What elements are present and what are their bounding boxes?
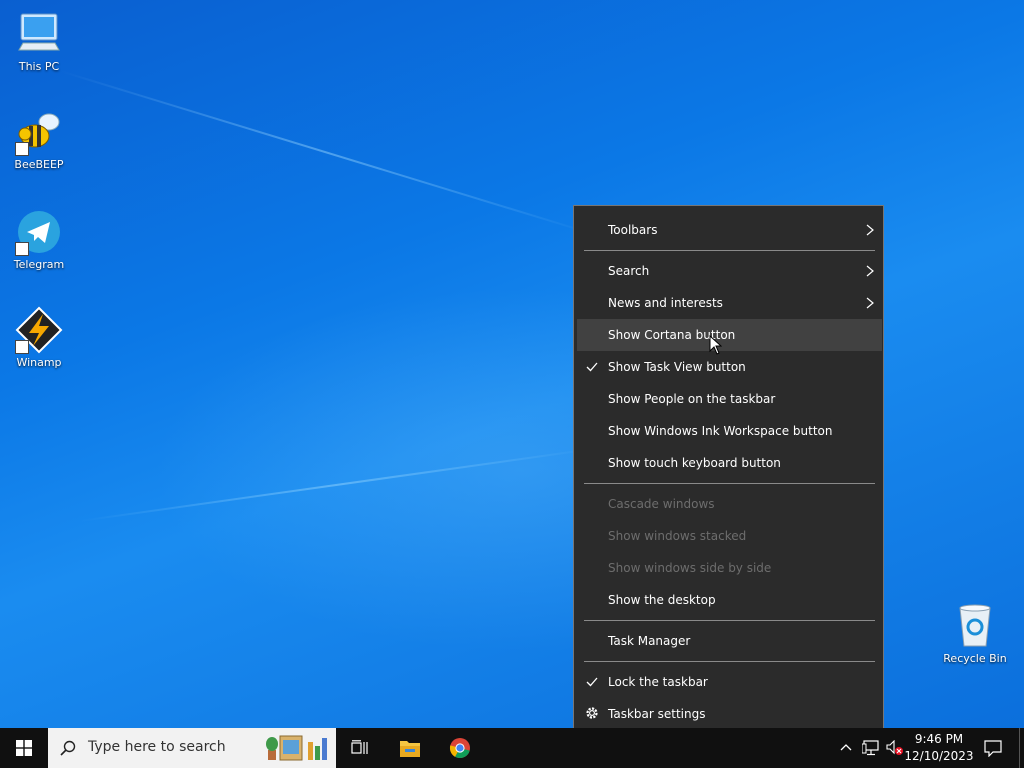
- search-highlight-illustration-icon: [266, 735, 327, 761]
- checkmark-icon: [586, 677, 598, 687]
- desktop-icon-recycle-bin[interactable]: Recycle Bin: [937, 602, 1013, 665]
- menu-item-show-touch-keyboard[interactable]: Show touch keyboard button: [577, 447, 882, 479]
- taskbar-search-box[interactable]: Type here to search: [48, 728, 336, 768]
- wallpaper-light-beam: [79, 447, 596, 522]
- menu-item-show-windows-stacked: Show windows stacked: [577, 520, 882, 552]
- network-icon: [862, 740, 879, 756]
- desktop-icon-beebeep[interactable]: BeeBEEP: [1, 108, 77, 171]
- menu-item-label: Show Task View button: [608, 360, 746, 374]
- menu-item-task-manager[interactable]: Task Manager: [577, 625, 882, 657]
- desktop-icon-winamp[interactable]: Winamp: [1, 306, 77, 369]
- menu-item-label: Taskbar settings: [608, 707, 706, 721]
- menu-item-label: News and interests: [608, 296, 723, 310]
- menu-item-label: Show People on the taskbar: [608, 392, 776, 406]
- volume-button[interactable]: [884, 728, 904, 768]
- menu-item-taskbar-settings[interactable]: Taskbar settings: [577, 698, 882, 730]
- menu-item-show-task-view-button[interactable]: Show Task View button: [577, 351, 882, 383]
- clock-time: 9:46 PM: [914, 732, 964, 746]
- taskbar-clock[interactable]: 9:46 PM 12/10/2023: [902, 731, 976, 765]
- start-button[interactable]: [0, 728, 48, 768]
- chevron-right-icon: [866, 297, 874, 309]
- menu-item-toolbars[interactable]: Toolbars: [577, 214, 882, 246]
- menu-item-label: Task Manager: [608, 634, 691, 648]
- bee-icon: [15, 108, 63, 156]
- file-explorer-button[interactable]: [386, 728, 434, 768]
- menu-item-show-windows-ink[interactable]: Show Windows Ink Workspace button: [577, 415, 882, 447]
- taskbar-context-menu: Toolbars Search News and interests Show …: [573, 205, 884, 737]
- search-placeholder: Type here to search: [88, 739, 226, 755]
- folder-icon: [400, 741, 420, 757]
- computer-icon: [15, 10, 63, 58]
- chevron-right-icon: [866, 224, 874, 236]
- shortcut-arrow-icon: [15, 242, 29, 256]
- menu-item-show-the-desktop[interactable]: Show the desktop: [577, 584, 882, 616]
- gear-icon: [586, 707, 598, 719]
- network-button[interactable]: [859, 728, 883, 768]
- search-icon: [60, 740, 76, 756]
- menu-separator: [584, 620, 875, 621]
- menu-item-lock-the-taskbar[interactable]: Lock the taskbar: [577, 666, 882, 698]
- menu-item-label: Show Windows Ink Workspace button: [608, 424, 833, 438]
- desktop-icon-telegram[interactable]: Telegram: [1, 208, 77, 271]
- shortcut-arrow-icon: [15, 340, 29, 354]
- menu-item-show-windows-side-by-side: Show windows side by side: [577, 552, 882, 584]
- chevron-right-icon: [866, 265, 874, 277]
- taskbar[interactable]: Type here to search 9:46 PM 12/10/2023: [0, 728, 1024, 768]
- menu-item-label: Show touch keyboard button: [608, 456, 781, 470]
- notification-icon: [984, 740, 1002, 757]
- desktop-icon-this-pc[interactable]: This PC: [1, 10, 77, 73]
- menu-item-search[interactable]: Search: [577, 255, 882, 287]
- menu-item-label: Toolbars: [608, 223, 658, 237]
- menu-item-label: Search: [608, 264, 650, 278]
- menu-item-show-cortana-button[interactable]: Show Cortana button: [577, 319, 882, 351]
- show-hidden-icons-button[interactable]: [836, 728, 856, 768]
- checkmark-icon: [586, 362, 598, 372]
- chevron-up-icon: [840, 744, 852, 751]
- menu-item-label: Show windows side by side: [608, 561, 772, 575]
- mouse-cursor-icon: [709, 335, 722, 355]
- desktop-icon-label: Recycle Bin: [943, 652, 1007, 665]
- desktop-icon-label: BeeBEEP: [14, 158, 64, 171]
- desktop-icon-label: Winamp: [16, 356, 62, 369]
- show-desktop-button[interactable]: [1019, 728, 1024, 768]
- windows-logo-icon: [16, 740, 32, 756]
- wallpaper-light-beam: [59, 70, 596, 236]
- menu-item-label: Show windows stacked: [608, 529, 747, 543]
- menu-item-show-people[interactable]: Show People on the taskbar: [577, 383, 882, 415]
- chrome-button[interactable]: [436, 728, 484, 768]
- desktop-icon-label: Telegram: [13, 258, 65, 271]
- menu-item-label: Lock the taskbar: [608, 675, 708, 689]
- menu-separator: [584, 483, 875, 484]
- menu-item-label: Show the desktop: [608, 593, 716, 607]
- menu-separator: [584, 250, 875, 251]
- menu-item-label: Cascade windows: [608, 497, 715, 511]
- desktop-icon-label: This PC: [18, 60, 60, 73]
- menu-separator: [584, 661, 875, 662]
- winamp-icon: [15, 306, 63, 354]
- menu-item-news-and-interests[interactable]: News and interests: [577, 287, 882, 319]
- recycle-bin-icon: [951, 602, 999, 650]
- telegram-icon: [15, 208, 63, 256]
- action-center-button[interactable]: [978, 728, 1008, 768]
- clock-date: 12/10/2023: [904, 749, 974, 763]
- task-view-button[interactable]: [336, 728, 384, 768]
- chrome-icon: [449, 738, 470, 759]
- shortcut-arrow-icon: [15, 142, 29, 156]
- task-view-icon: [351, 740, 368, 754]
- menu-item-cascade-windows: Cascade windows: [577, 488, 882, 520]
